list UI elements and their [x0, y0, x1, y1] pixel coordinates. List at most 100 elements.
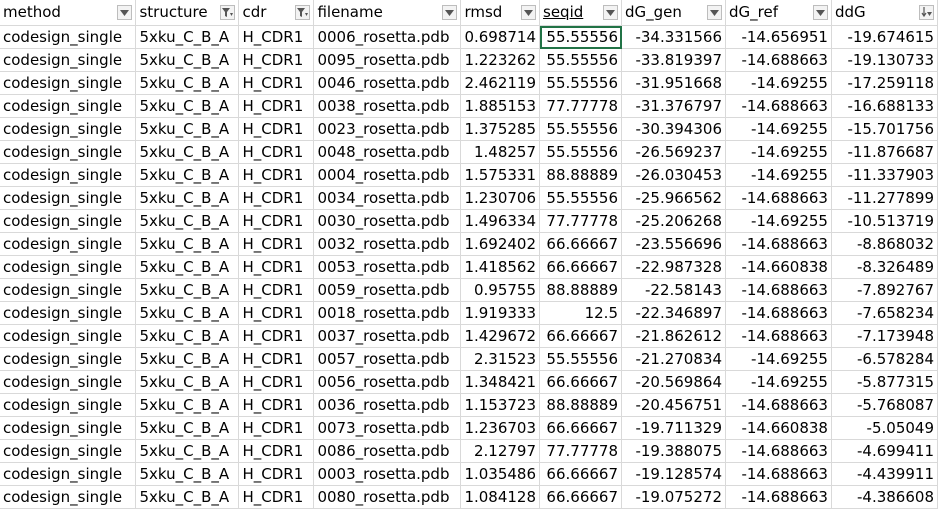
cell-structure[interactable]: 5xku_C_B_A — [135, 140, 240, 164]
cell-filename[interactable]: 0073_rosetta.pdb — [313, 416, 462, 440]
cell-seqid[interactable]: 88.88889 — [539, 278, 622, 302]
cell-seqid[interactable]: 88.88889 — [539, 163, 622, 187]
cell-method[interactable]: codesign_single — [0, 393, 137, 417]
cell-dG_ref[interactable]: -14.688663 — [725, 485, 832, 509]
cell-structure[interactable]: 5xku_C_B_A — [135, 48, 240, 72]
cell-seqid[interactable]: 66.66667 — [539, 255, 622, 279]
cell-rmsd[interactable]: 1.919333 — [460, 301, 541, 325]
cell-seqid[interactable]: 77.77778 — [539, 439, 622, 463]
cell-dG_gen[interactable]: -21.270834 — [621, 347, 726, 371]
cell-cdr[interactable]: H_CDR1 — [238, 140, 315, 164]
column-header-rmsd[interactable]: rmsd — [460, 0, 541, 26]
cell-structure[interactable]: 5xku_C_B_A — [135, 25, 240, 49]
cell-dG_gen[interactable]: -31.376797 — [621, 94, 726, 118]
cell-filename[interactable]: 0038_rosetta.pdb — [313, 94, 462, 118]
cell-rmsd[interactable]: 1.236703 — [460, 416, 541, 440]
cell-seqid[interactable]: 55.55556 — [539, 25, 622, 49]
cell-cdr[interactable]: H_CDR1 — [238, 71, 315, 95]
cell-filename[interactable]: 0003_rosetta.pdb — [313, 462, 462, 486]
cell-seqid[interactable]: 55.55556 — [539, 48, 622, 72]
cell-rmsd[interactable]: 2.12797 — [460, 439, 541, 463]
cell-ddG[interactable]: -5.05049 — [831, 416, 938, 440]
cell-filename[interactable]: 0034_rosetta.pdb — [313, 186, 462, 210]
cell-dG_ref[interactable]: -14.688663 — [725, 324, 832, 348]
column-header-method[interactable]: method — [0, 0, 137, 26]
dropdown-arrow-icon[interactable] — [706, 5, 722, 20]
cell-cdr[interactable]: H_CDR1 — [238, 462, 315, 486]
cell-rmsd[interactable]: 1.418562 — [460, 255, 541, 279]
cell-dG_gen[interactable]: -22.987328 — [621, 255, 726, 279]
sort-descending-icon[interactable] — [919, 5, 934, 20]
cell-cdr[interactable]: H_CDR1 — [238, 48, 315, 72]
cell-dG_gen[interactable]: -21.862612 — [621, 324, 726, 348]
cell-filename[interactable]: 0059_rosetta.pdb — [313, 278, 462, 302]
cell-method[interactable]: codesign_single — [0, 416, 137, 440]
column-header-ddG[interactable]: ddG — [831, 0, 938, 26]
cell-dG_ref[interactable]: -14.69255 — [725, 163, 832, 187]
cell-seqid[interactable]: 55.55556 — [539, 186, 622, 210]
cell-ddG[interactable]: -19.674615 — [831, 25, 938, 49]
cell-cdr[interactable]: H_CDR1 — [238, 278, 315, 302]
cell-dG_ref[interactable]: -14.688663 — [725, 48, 832, 72]
cell-filename[interactable]: 0023_rosetta.pdb — [313, 117, 462, 141]
cell-structure[interactable]: 5xku_C_B_A — [135, 71, 240, 95]
cell-structure[interactable]: 5xku_C_B_A — [135, 278, 240, 302]
dropdown-arrow-icon[interactable] — [812, 5, 828, 20]
cell-filename[interactable]: 0086_rosetta.pdb — [313, 439, 462, 463]
cell-structure[interactable]: 5xku_C_B_A — [135, 462, 240, 486]
cell-cdr[interactable]: H_CDR1 — [238, 370, 315, 394]
cell-ddG[interactable]: -7.658234 — [831, 301, 938, 325]
cell-dG_gen[interactable]: -23.556696 — [621, 232, 726, 256]
cell-dG_gen[interactable]: -30.394306 — [621, 117, 726, 141]
cell-ddG[interactable]: -7.173948 — [831, 324, 938, 348]
cell-dG_ref[interactable]: -14.688663 — [725, 439, 832, 463]
cell-cdr[interactable]: H_CDR1 — [238, 485, 315, 509]
cell-dG_ref[interactable]: -14.660838 — [725, 255, 832, 279]
cell-ddG[interactable]: -7.892767 — [831, 278, 938, 302]
cell-filename[interactable]: 0053_rosetta.pdb — [313, 255, 462, 279]
cell-ddG[interactable]: -6.578284 — [831, 347, 938, 371]
cell-filename[interactable]: 0056_rosetta.pdb — [313, 370, 462, 394]
cell-dG_gen[interactable]: -20.456751 — [621, 393, 726, 417]
cell-method[interactable]: codesign_single — [0, 370, 137, 394]
cell-ddG[interactable]: -8.868032 — [831, 232, 938, 256]
cell-rmsd[interactable]: 1.692402 — [460, 232, 541, 256]
cell-cdr[interactable]: H_CDR1 — [238, 163, 315, 187]
cell-dG_gen[interactable]: -20.569864 — [621, 370, 726, 394]
cell-filename[interactable]: 0037_rosetta.pdb — [313, 324, 462, 348]
dropdown-arrow-icon[interactable] — [117, 5, 133, 20]
cell-dG_ref[interactable]: -14.688663 — [725, 94, 832, 118]
cell-cdr[interactable]: H_CDR1 — [238, 209, 315, 233]
cell-rmsd[interactable]: 1.429672 — [460, 324, 541, 348]
cell-seqid[interactable]: 66.66667 — [539, 485, 622, 509]
cell-method[interactable]: codesign_single — [0, 163, 137, 187]
cell-filename[interactable]: 0006_rosetta.pdb — [313, 25, 462, 49]
column-header-structure[interactable]: structure — [135, 0, 240, 26]
cell-structure[interactable]: 5xku_C_B_A — [135, 324, 240, 348]
filter-active-icon[interactable] — [220, 5, 236, 20]
cell-structure[interactable]: 5xku_C_B_A — [135, 439, 240, 463]
cell-structure[interactable]: 5xku_C_B_A — [135, 255, 240, 279]
cell-dG_ref[interactable]: -14.69255 — [725, 71, 832, 95]
cell-dG_gen[interactable]: -19.128574 — [621, 462, 726, 486]
cell-dG_ref[interactable]: -14.69255 — [725, 209, 832, 233]
cell-cdr[interactable]: H_CDR1 — [238, 94, 315, 118]
cell-ddG[interactable]: -17.259118 — [831, 71, 938, 95]
cell-ddG[interactable]: -4.386608 — [831, 485, 938, 509]
cell-cdr[interactable]: H_CDR1 — [238, 301, 315, 325]
cell-ddG[interactable]: -5.768087 — [831, 393, 938, 417]
cell-dG_ref[interactable]: -14.656951 — [725, 25, 832, 49]
cell-rmsd[interactable]: 0.95755 — [460, 278, 541, 302]
cell-seqid[interactable]: 12.5 — [539, 301, 622, 325]
cell-method[interactable]: codesign_single — [0, 117, 137, 141]
cell-rmsd[interactable]: 1.885153 — [460, 94, 541, 118]
cell-cdr[interactable]: H_CDR1 — [238, 255, 315, 279]
cell-seqid[interactable]: 88.88889 — [539, 393, 622, 417]
cell-dG_ref[interactable]: -14.688663 — [725, 462, 832, 486]
cell-dG_gen[interactable]: -33.819397 — [621, 48, 726, 72]
cell-seqid[interactable]: 66.66667 — [539, 324, 622, 348]
cell-dG_ref[interactable]: -14.688663 — [725, 301, 832, 325]
cell-cdr[interactable]: H_CDR1 — [238, 347, 315, 371]
cell-seqid[interactable]: 55.55556 — [539, 71, 622, 95]
cell-rmsd[interactable]: 1.48257 — [460, 140, 541, 164]
